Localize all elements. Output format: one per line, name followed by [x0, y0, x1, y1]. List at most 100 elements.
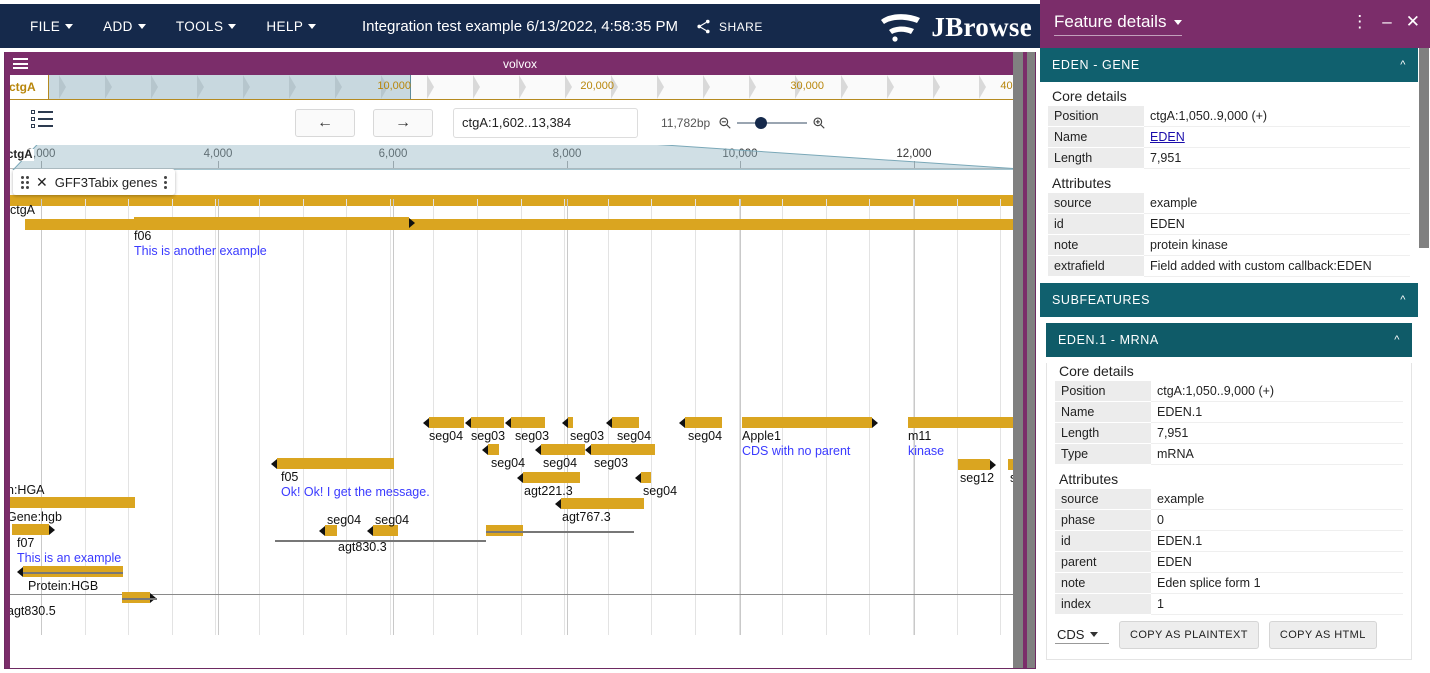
- feature-bar[interactable]: [742, 417, 872, 428]
- overview-ruler[interactable]: ctgA 10,00020,00030,00040,000: [5, 75, 1035, 100]
- detail-value[interactable]: EDEN: [1144, 126, 1410, 148]
- feature-label[interactable]: f06: [134, 229, 151, 243]
- feature-label[interactable]: seg04: [491, 456, 525, 470]
- feature-bar[interactable]: [471, 417, 504, 428]
- menu-item-help[interactable]: HELP: [258, 15, 324, 38]
- ruler-tick-label: 12,000: [896, 148, 932, 160]
- close-icon[interactable]: ✕: [36, 174, 48, 191]
- feature-label[interactable]: Gene:hgb: [7, 510, 62, 524]
- gene-section-header[interactable]: EDEN - GENE ^: [1040, 48, 1418, 82]
- feature-bar[interactable]: [134, 217, 409, 228]
- feature-label[interactable]: seg03: [471, 429, 505, 443]
- track-name: GFF3Tabix genes: [54, 174, 158, 190]
- zoom-out-icon[interactable]: [718, 116, 732, 130]
- feature-label[interactable]: n:HGA: [7, 483, 45, 497]
- menu-item-file[interactable]: FILE: [22, 15, 81, 38]
- menu-item-tools[interactable]: TOOLS: [168, 15, 245, 38]
- mrna-section-header[interactable]: EDEN.1 - MRNA ^: [1046, 323, 1412, 357]
- detail-value-link[interactable]: EDEN: [1150, 130, 1185, 144]
- sequence-type-select[interactable]: CDS: [1055, 626, 1109, 644]
- overview-scale[interactable]: 10,00020,00030,00040,000: [49, 75, 1035, 99]
- detail-value: ctgA:1,050..9,000 (+): [1144, 106, 1410, 127]
- feature-label[interactable]: seg04: [375, 513, 409, 527]
- feature-bar[interactable]: [958, 459, 990, 470]
- feature-label[interactable]: Protein:HGB: [28, 579, 98, 593]
- feature-label[interactable]: seg04: [327, 513, 361, 527]
- track-label-chip[interactable]: ✕ GFF3Tabix genes: [13, 169, 176, 195]
- feature-bar[interactable]: [488, 444, 499, 455]
- drawer-title-select[interactable]: Feature details: [1054, 12, 1183, 36]
- navigate-forward-button[interactable]: →: [373, 108, 433, 137]
- share-button[interactable]: SHARE: [695, 18, 763, 35]
- zoom-slider[interactable]: [718, 116, 826, 130]
- feature-label[interactable]: Apple1: [742, 429, 781, 443]
- feature-description[interactable]: kinase: [908, 444, 944, 458]
- zoom-in-icon[interactable]: [812, 116, 826, 130]
- feature-bar[interactable]: [908, 417, 1028, 428]
- sequence-type-value: CDS: [1057, 627, 1085, 642]
- feature-label[interactable]: ctgA: [10, 203, 35, 217]
- feature-label[interactable]: agt830.5: [7, 604, 56, 618]
- feature-bar[interactable]: [511, 417, 545, 428]
- feature-label[interactable]: seg04: [543, 456, 577, 470]
- feature-label[interactable]: seg03: [594, 456, 628, 470]
- feature-description[interactable]: Ok! Ok! I get the message.: [281, 485, 430, 499]
- feature-label[interactable]: f05: [281, 470, 298, 484]
- location-input[interactable]: [460, 114, 640, 131]
- track-area: ✕ GFF3Tabix genes ctgA f06 This is another…: [5, 169, 1035, 635]
- detail-row: id EDEN.1: [1055, 530, 1403, 552]
- view-title-bar: volvox ✕: [5, 52, 1035, 75]
- track-menu-icon[interactable]: [164, 175, 168, 189]
- drawer-content[interactable]: EDEN - GENE ^ Core details Position ctgA:…: [1040, 48, 1418, 673]
- feature-description[interactable]: CDS with no parent: [742, 444, 850, 458]
- feature-label[interactable]: agt830.3: [338, 540, 387, 554]
- drawer-menu-icon[interactable]: ⋮: [1351, 12, 1368, 32]
- feature-label[interactable]: seg04: [429, 429, 463, 443]
- zoom-slider-rail[interactable]: [737, 116, 807, 129]
- feature-bar[interactable]: [12, 524, 49, 535]
- feature-label[interactable]: seg03: [515, 429, 549, 443]
- navigate-back-button[interactable]: ←: [295, 108, 355, 137]
- feature-description[interactable]: This is an example: [17, 551, 121, 565]
- copy-as-plaintext-button[interactable]: COPY AS PLAINTEXT: [1119, 621, 1259, 649]
- feature-label[interactable]: seg04: [617, 429, 651, 443]
- feature-label[interactable]: seg04: [643, 484, 677, 498]
- copy-as-html-button[interactable]: COPY AS HTML: [1268, 621, 1377, 649]
- feature-bar[interactable]: [612, 417, 639, 428]
- feature-bar[interactable]: [568, 417, 573, 428]
- drawer-scrollbar-thumb[interactable]: [1419, 48, 1429, 248]
- feature-bar[interactable]: [685, 417, 722, 428]
- drag-handle-icon[interactable]: [21, 175, 29, 189]
- feature-bar[interactable]: [541, 444, 585, 455]
- feature-label[interactable]: agt767.3: [562, 510, 611, 524]
- drawer-scrollbar[interactable]: [1418, 48, 1430, 673]
- detail-value: ctgA:1,050..9,000 (+): [1151, 381, 1403, 402]
- feature-label[interactable]: f07: [17, 536, 34, 550]
- zoom-slider-knob[interactable]: [755, 116, 767, 129]
- feature-label[interactable]: agt221.3: [524, 484, 573, 498]
- mrna-core-table: Position ctgA:1,050..9,000 (+) Name EDEN.1 L…: [1055, 381, 1403, 465]
- track-canvas[interactable]: ctgA f06 This is another example f05 Ok! Ok!…: [5, 199, 1035, 635]
- feature-label[interactable]: m11: [908, 429, 931, 443]
- drawer-close-icon[interactable]: ✕: [1406, 12, 1420, 32]
- sequence-actions: CDS COPY AS PLAINTEXT COPY AS HTML: [1047, 615, 1411, 659]
- feature-bar[interactable]: [561, 498, 644, 509]
- main-ruler[interactable]: ctgA 2,000 4,000 6,000 8,000 10,000 12,000: [5, 145, 1035, 169]
- feature-bar[interactable]: [429, 417, 464, 428]
- feature-bar[interactable]: [523, 472, 580, 483]
- feature-bar[interactable]: [277, 458, 394, 469]
- feature-bar[interactable]: [641, 472, 651, 483]
- overview-tick-label: 20,000: [580, 80, 614, 92]
- detail-key: Name: [1048, 126, 1144, 148]
- feature-label[interactable]: seg12: [960, 471, 994, 485]
- menu-item-add[interactable]: ADD: [95, 15, 154, 38]
- feature-bar[interactable]: [10, 497, 135, 508]
- feature-label[interactable]: seg03: [570, 429, 604, 443]
- location-box[interactable]: ?: [453, 107, 640, 138]
- track-list-icon[interactable]: [31, 110, 53, 128]
- feature-description[interactable]: This is another example: [134, 244, 267, 258]
- feature-bar[interactable]: [591, 444, 655, 455]
- subfeatures-section-header[interactable]: SUBFEATURES ^: [1040, 283, 1418, 317]
- drawer-minimize-icon[interactable]: –: [1382, 12, 1391, 32]
- feature-label[interactable]: seg04: [688, 429, 722, 443]
